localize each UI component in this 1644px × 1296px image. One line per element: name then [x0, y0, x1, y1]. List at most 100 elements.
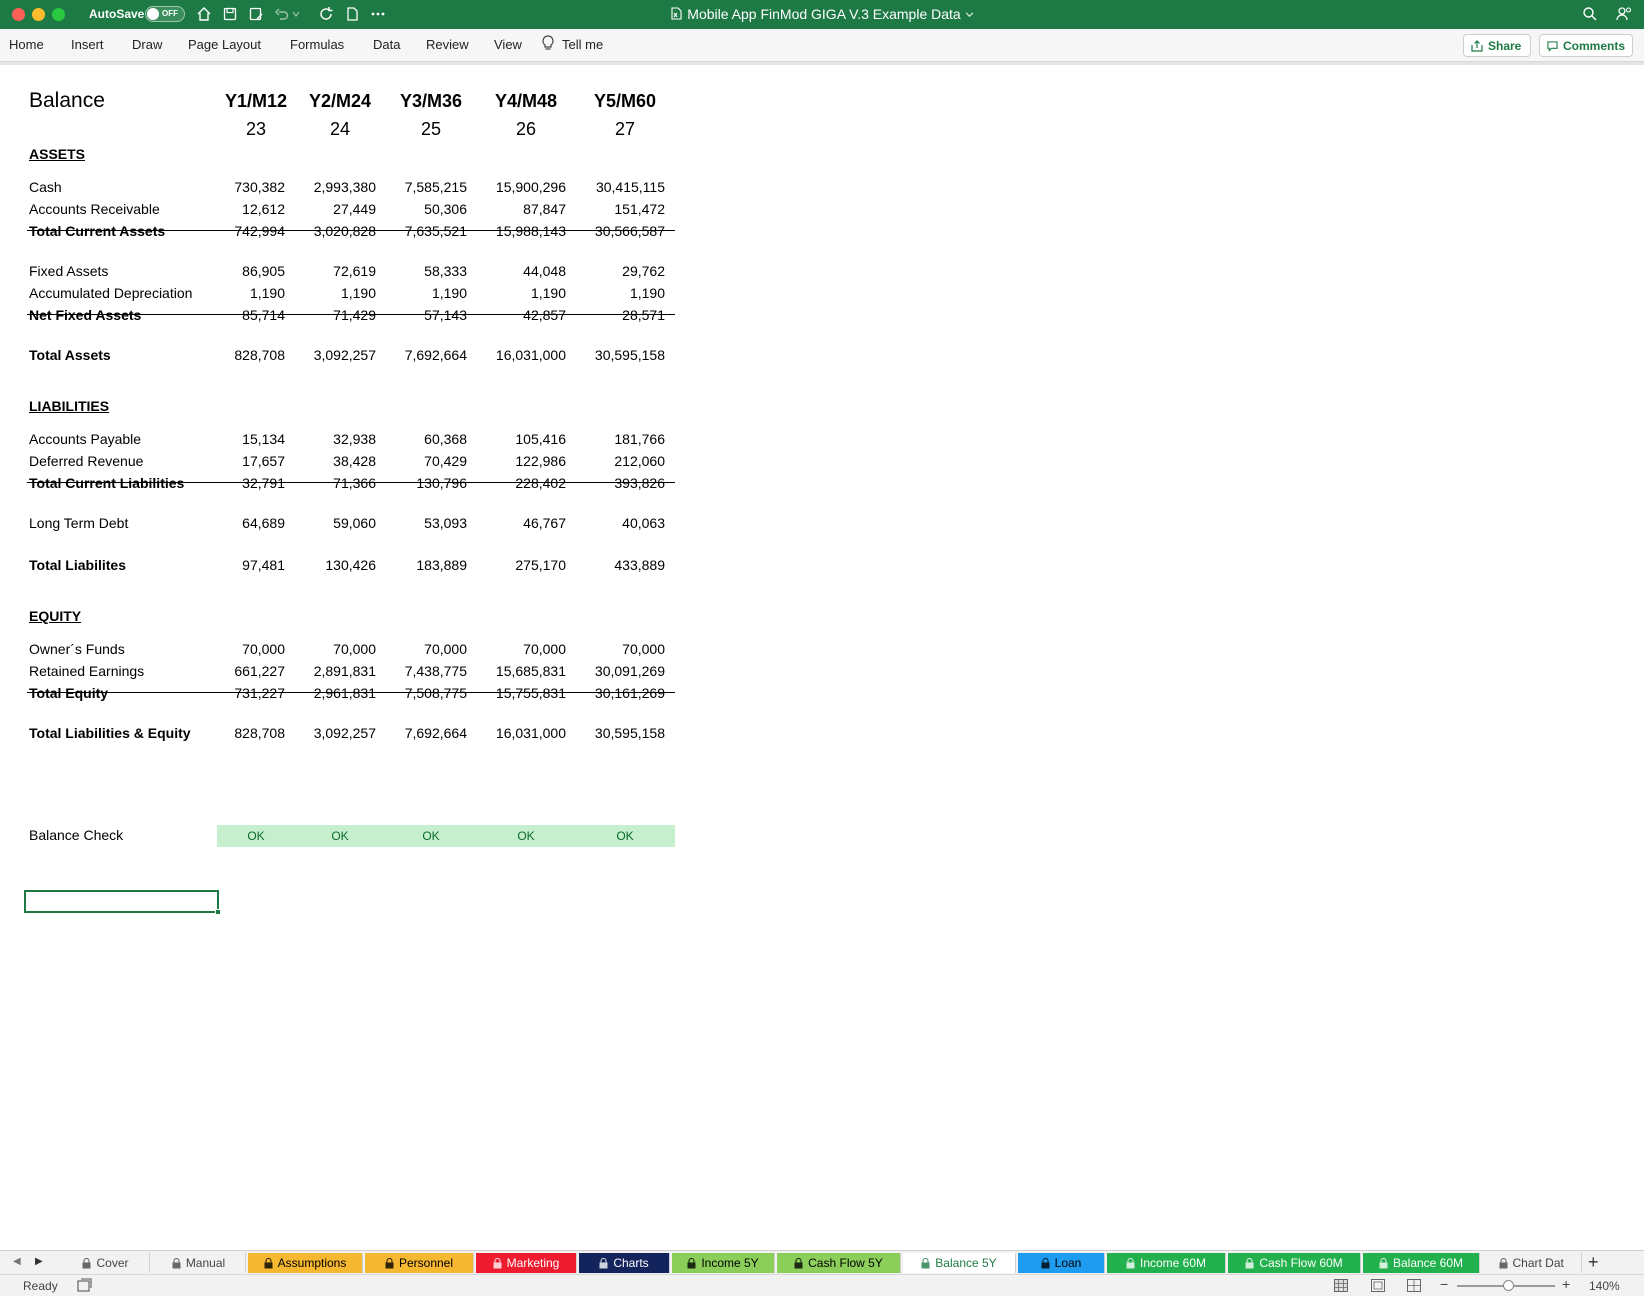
document-title[interactable]: Mobile App FinMod GIGA V.3 Example Data [687, 6, 960, 22]
share-button[interactable]: Share [1463, 34, 1531, 57]
worksheet-grid[interactable]: Balance Y1/M12 Y2/M24 Y3/M36 Y4/M48 Y5/M… [0, 65, 1644, 1250]
value-cell[interactable]: 17,657 [185, 450, 285, 472]
value-cell[interactable]: 16,031,000 [466, 344, 566, 366]
value-cell[interactable]: 30,415,115 [565, 176, 665, 198]
value-cell[interactable]: 64,689 [185, 512, 285, 534]
redo-icon[interactable] [316, 4, 336, 24]
value-cell[interactable]: 2,961,831 [276, 682, 376, 704]
menu-formulas[interactable]: Formulas [290, 37, 344, 52]
value-cell[interactable]: 7,438,775 [367, 660, 467, 682]
value-cell[interactable]: 105,416 [466, 428, 566, 450]
value-cell[interactable]: 97,481 [185, 554, 285, 576]
value-cell[interactable]: 70,000 [185, 638, 285, 660]
value-cell[interactable]: 57,143 [367, 304, 467, 326]
value-cell[interactable]: 70,000 [565, 638, 665, 660]
value-cell[interactable]: 44,048 [466, 260, 566, 282]
value-cell[interactable]: 730,382 [185, 176, 285, 198]
value-cell[interactable]: 828,708 [185, 722, 285, 744]
sheet-tab[interactable]: Chart Dat [1482, 1253, 1582, 1273]
menu-insert[interactable]: Insert [71, 37, 104, 52]
value-cell[interactable]: 87,847 [466, 198, 566, 220]
value-cell[interactable]: 27,449 [276, 198, 376, 220]
value-cell[interactable]: 40,063 [565, 512, 665, 534]
close-window-button[interactable] [12, 8, 25, 21]
sheet-tab[interactable]: Charts [579, 1253, 670, 1273]
sheet-tab[interactable]: Personnel [365, 1253, 474, 1273]
title-chevron-down-icon[interactable] [965, 6, 974, 22]
undo-icon[interactable] [272, 4, 292, 24]
value-cell[interactable]: 15,900,296 [466, 176, 566, 198]
sheet-tab[interactable]: Balance 5Y [903, 1253, 1016, 1273]
menu-view[interactable]: View [494, 37, 522, 52]
tab-scroll-right-icon[interactable]: ▶ [35, 1256, 43, 1267]
undo-dropdown-chevron-icon[interactable] [290, 4, 302, 24]
comments-button[interactable]: Comments [1539, 34, 1633, 57]
value-cell[interactable]: 71,429 [276, 304, 376, 326]
menu-tell-me[interactable]: Tell me [562, 37, 603, 52]
value-cell[interactable]: 42,857 [466, 304, 566, 326]
value-cell[interactable]: 53,093 [367, 512, 467, 534]
value-cell[interactable]: 60,368 [367, 428, 467, 450]
value-cell[interactable]: 32,938 [276, 428, 376, 450]
value-cell[interactable]: 7,508,775 [367, 682, 467, 704]
value-cell[interactable]: 275,170 [466, 554, 566, 576]
value-cell[interactable]: 72,619 [276, 260, 376, 282]
value-cell[interactable]: 38,428 [276, 450, 376, 472]
autosave-toggle[interactable]: OFF [145, 6, 185, 22]
accessibility-icon[interactable] [77, 1278, 93, 1296]
value-cell[interactable]: 1,190 [367, 282, 467, 304]
value-cell[interactable]: 15,988,143 [466, 220, 566, 242]
value-cell[interactable]: 212,060 [565, 450, 665, 472]
save-as-icon[interactable] [246, 4, 266, 24]
value-cell[interactable]: 15,134 [185, 428, 285, 450]
zoom-in-icon[interactable]: + [1562, 1276, 1570, 1292]
value-cell[interactable]: 70,000 [367, 638, 467, 660]
value-cell[interactable]: 29,762 [565, 260, 665, 282]
zoom-out-icon[interactable]: − [1440, 1276, 1448, 1292]
value-cell[interactable]: 3,092,257 [276, 722, 376, 744]
value-cell[interactable]: 7,692,664 [367, 344, 467, 366]
value-cell[interactable]: 3,092,257 [276, 344, 376, 366]
menu-page-layout[interactable]: Page Layout [188, 37, 261, 52]
value-cell[interactable]: 15,685,831 [466, 660, 566, 682]
sheet-tab[interactable]: Balance 60M [1363, 1253, 1480, 1273]
value-cell[interactable]: 181,766 [565, 428, 665, 450]
active-cell-selection[interactable] [24, 890, 221, 915]
value-cell[interactable]: 1,190 [466, 282, 566, 304]
value-cell[interactable]: 2,891,831 [276, 660, 376, 682]
minimize-window-button[interactable] [32, 8, 45, 21]
value-cell[interactable]: 71,366 [276, 472, 376, 494]
value-cell[interactable]: 30,161,269 [565, 682, 665, 704]
home-icon[interactable] [194, 4, 214, 24]
sheet-tab[interactable]: Assumptions [248, 1253, 363, 1273]
fill-handle[interactable] [215, 909, 221, 915]
value-cell[interactable]: 7,692,664 [367, 722, 467, 744]
sheet-tab[interactable]: Income 60M [1107, 1253, 1226, 1273]
search-icon[interactable] [1580, 4, 1600, 24]
value-cell[interactable]: 46,767 [466, 512, 566, 534]
sheet-tab[interactable]: Income 5Y [672, 1253, 775, 1273]
sheet-tab[interactable]: Cash Flow 5Y [777, 1253, 901, 1273]
new-document-icon[interactable] [342, 4, 362, 24]
page-layout-view-icon[interactable] [1371, 1279, 1385, 1295]
value-cell[interactable]: 30,595,158 [565, 722, 665, 744]
save-icon[interactable] [220, 4, 240, 24]
value-cell[interactable]: 393,826 [565, 472, 665, 494]
menu-home[interactable]: Home [9, 37, 44, 52]
value-cell[interactable]: 16,031,000 [466, 722, 566, 744]
normal-view-icon[interactable] [1334, 1279, 1348, 1295]
value-cell[interactable]: 70,000 [466, 638, 566, 660]
value-cell[interactable]: 228,402 [466, 472, 566, 494]
sheet-tab[interactable]: Cash Flow 60M [1228, 1253, 1361, 1273]
value-cell[interactable]: 7,635,521 [367, 220, 467, 242]
value-cell[interactable]: 32,791 [185, 472, 285, 494]
value-cell[interactable]: 183,889 [367, 554, 467, 576]
value-cell[interactable]: 433,889 [565, 554, 665, 576]
value-cell[interactable]: 12,612 [185, 198, 285, 220]
add-sheet-icon[interactable]: + [1588, 1252, 1599, 1273]
value-cell[interactable]: 28,571 [565, 304, 665, 326]
value-cell[interactable]: 1,190 [276, 282, 376, 304]
value-cell[interactable]: 30,595,158 [565, 344, 665, 366]
menu-draw[interactable]: Draw [132, 37, 162, 52]
value-cell[interactable]: 70,429 [367, 450, 467, 472]
